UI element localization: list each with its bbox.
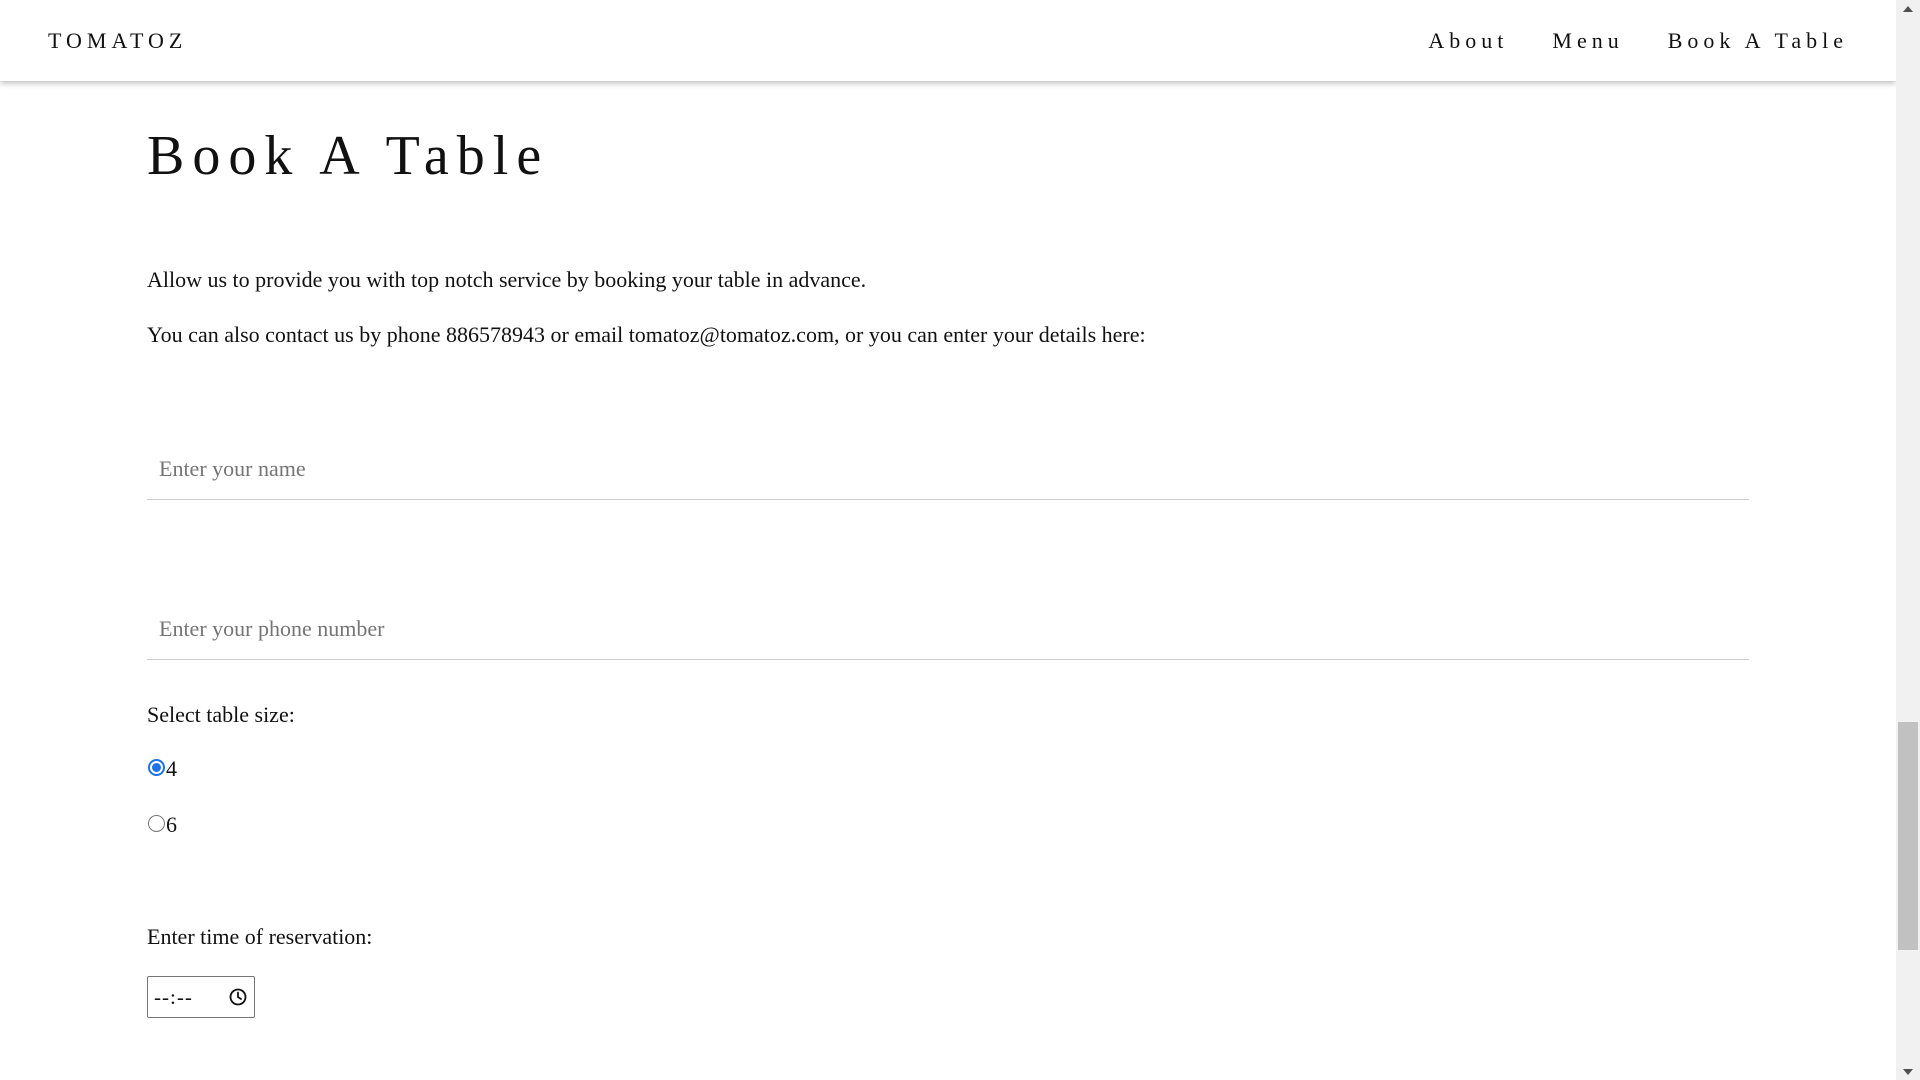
nav-link-book-a-table[interactable]: Book A Table [1668,27,1848,55]
scrollbar-thumb[interactable] [1898,722,1918,950]
nav-link-about[interactable]: About [1428,27,1508,55]
intro-text: Allow us to provide you with top notch s… [147,267,867,292]
name-input[interactable] [147,438,1749,500]
navbar: TOMATOZ About Menu Book A Table [0,0,1896,81]
time-value: --:-- [154,984,193,1009]
radio-label-6: 6 [166,812,177,837]
table-size-label: Select table size: [147,702,295,727]
contact-text: You can also contact us by phone 8865789… [147,322,1146,347]
clock-icon[interactable] [228,987,248,1007]
table-size-option-4[interactable]: 4 [147,756,177,782]
table-size-option-6[interactable]: 6 [147,812,177,838]
scroll-up-arrow-icon[interactable] [1896,0,1920,17]
radio-button-6[interactable] [148,814,165,832]
radio-button-4[interactable] [148,758,165,776]
reservation-time-label: Enter time of reservation: [147,924,373,949]
brand-logo[interactable]: TOMATOZ [48,28,187,54]
scroll-down-arrow-icon[interactable] [1896,1063,1920,1080]
nav-link-menu[interactable]: Menu [1552,27,1623,55]
vertical-scrollbar[interactable] [1896,0,1920,1080]
phone-input[interactable] [147,598,1749,660]
radio-label-4: 4 [166,756,177,781]
page: TOMATOZ About Menu Book A Table Book A T… [0,0,1896,1080]
reservation-time-input[interactable]: --:-- [147,976,255,1018]
page-title: Book A Table [147,125,550,187]
nav-links: About Menu Book A Table [1428,27,1848,55]
